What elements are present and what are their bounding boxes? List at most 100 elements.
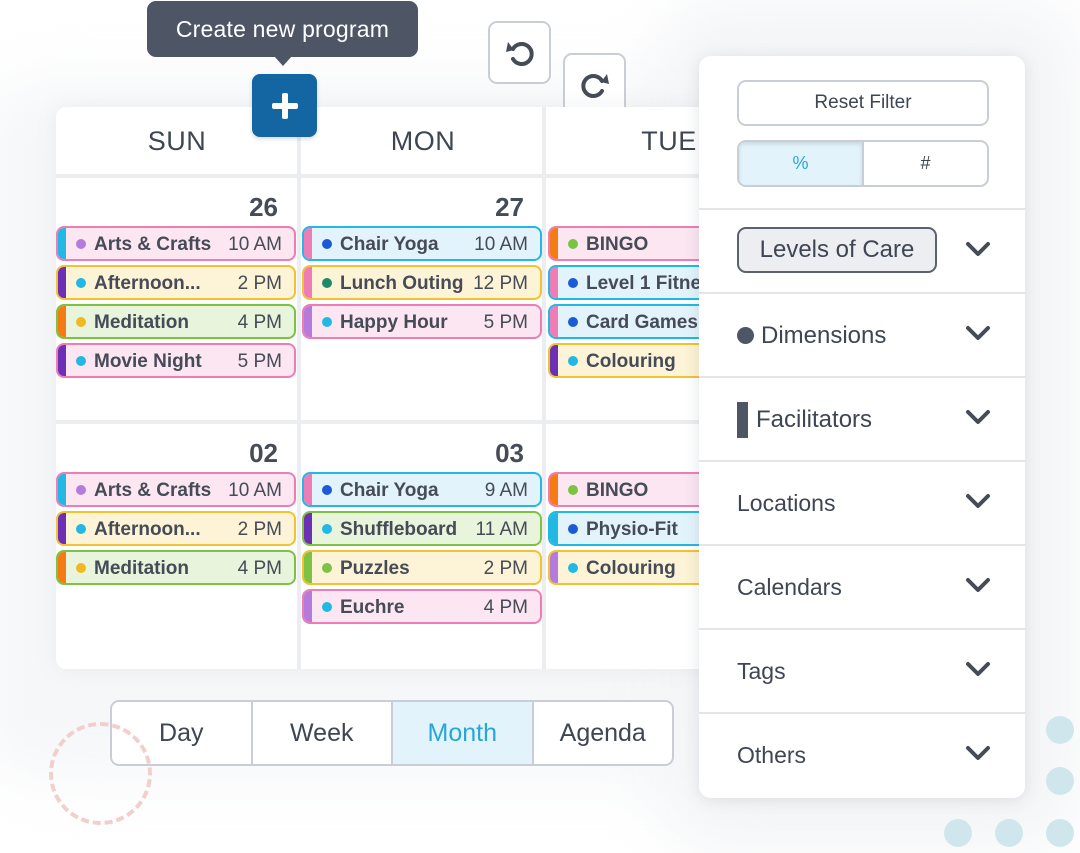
event-dot-icon	[322, 278, 332, 288]
count-mode-toggle: % #	[737, 140, 989, 187]
calendar-event[interactable]: Afternoon... 2 PM	[56, 511, 296, 546]
event-name: Meditation	[94, 558, 189, 579]
day-number[interactable]: 03	[452, 438, 524, 469]
calendar-event[interactable]: Afternoon... 2 PM	[56, 265, 296, 300]
calendar-event[interactable]: Lunch Outing 12 PM	[302, 265, 542, 300]
calendar-event[interactable]: Chair Yoga 9 AM	[302, 472, 542, 507]
calendar-event[interactable]: Puzzles 2 PM	[302, 550, 542, 585]
reset-filter-button[interactable]: Reset Filter	[737, 80, 989, 126]
event-name: Lunch Outing	[340, 273, 464, 294]
event-color-bar	[550, 306, 558, 337]
event-color-bar	[304, 474, 312, 505]
event-time: 4 PM	[237, 312, 282, 333]
chevron-down-icon[interactable]	[965, 408, 991, 426]
chevron-down-icon[interactable]	[965, 576, 991, 594]
calendar-event[interactable]: Meditation 4 PM	[56, 304, 296, 339]
event-dot-icon	[76, 317, 86, 327]
week-divider	[56, 420, 716, 424]
undo-button[interactable]	[488, 21, 551, 84]
calendar-event[interactable]: Happy Hour 5 PM	[302, 304, 542, 339]
filter-section-dimensions[interactable]: Dimensions	[699, 294, 1025, 376]
event-time: 5 PM	[483, 312, 528, 333]
event-dot-icon	[322, 239, 332, 249]
calendar-event[interactable]: Chair Yoga 10 AM	[302, 226, 542, 261]
calendar-event[interactable]: Euchre 4 PM	[302, 589, 542, 624]
event-dot-icon	[76, 563, 86, 573]
chevron-down-icon[interactable]	[965, 660, 991, 678]
chevron-down-icon[interactable]	[965, 324, 991, 342]
calendar-event[interactable]: Colouring	[548, 550, 716, 585]
create-program-button[interactable]	[252, 74, 317, 137]
column-header-mon: MON	[390, 125, 456, 156]
event-dot-icon	[322, 524, 332, 534]
filter-section-others[interactable]: Others	[699, 714, 1025, 796]
calendar-event[interactable]: Arts & Crafts 10 AM	[56, 472, 296, 507]
filter-section-calendars[interactable]: Calendars	[699, 546, 1025, 628]
column-header-tue: TUE	[641, 125, 697, 156]
event-name: Happy Hour	[340, 312, 448, 333]
view-agenda-button[interactable]: Agenda	[534, 702, 673, 764]
filter-section-locations[interactable]: Locations	[699, 462, 1025, 544]
event-color-bar	[304, 306, 312, 337]
event-dot-icon	[76, 278, 86, 288]
calendar-event[interactable]: Arts & Crafts 10 AM	[56, 226, 296, 261]
calendar-event[interactable]: Level 1 Fitne	[548, 265, 716, 300]
column-divider	[297, 107, 301, 669]
decorative-dot	[944, 819, 972, 847]
event-dot-icon	[568, 563, 578, 573]
event-name: Movie Night	[94, 351, 202, 372]
event-time: 4 PM	[483, 597, 528, 618]
day-number[interactable]: 26	[206, 192, 278, 223]
chevron-down-icon[interactable]	[965, 240, 991, 258]
event-color-bar	[550, 345, 558, 376]
event-name: Afternoon...	[94, 273, 201, 294]
event-name: Shuffleboard	[340, 519, 458, 540]
view-switcher: Day Week Month Agenda	[110, 700, 674, 766]
locations-label: Locations	[737, 490, 836, 516]
event-dot-icon	[322, 317, 332, 327]
event-color-bar	[550, 474, 558, 505]
event-name: Puzzles	[340, 558, 410, 579]
event-name: Chair Yoga	[340, 480, 439, 501]
calendar-event[interactable]: Shuffleboard 11 AM	[302, 511, 542, 546]
day-number[interactable]: 02	[206, 438, 278, 469]
calendar-event[interactable]: Meditation 4 PM	[56, 550, 296, 585]
event-color-bar	[58, 552, 66, 583]
event-color-bar	[304, 267, 312, 298]
filter-section-levels-of-care[interactable]: Levels of Care	[699, 210, 1025, 292]
number-mode-option[interactable]: #	[864, 142, 987, 185]
event-color-bar	[58, 267, 66, 298]
levels-of-care-chip[interactable]: Levels of Care	[737, 227, 937, 273]
event-dot-icon	[76, 524, 86, 534]
event-color-bar	[550, 228, 558, 259]
event-color-bar	[304, 228, 312, 259]
redo-icon	[580, 73, 609, 98]
calendar-event[interactable]: Movie Night 5 PM	[56, 343, 296, 378]
create-program-tooltip: Create new program	[147, 1, 418, 66]
event-name: Arts & Crafts	[94, 234, 212, 255]
chevron-down-icon[interactable]	[965, 744, 991, 762]
event-time: 10 AM	[228, 480, 282, 501]
day-number[interactable]: 27	[452, 192, 524, 223]
chevron-down-icon[interactable]	[965, 492, 991, 510]
calendar-event[interactable]: Colouring	[548, 343, 716, 378]
percent-mode-option[interactable]: %	[739, 142, 864, 185]
event-dot-icon	[568, 278, 578, 288]
filter-section-facilitators[interactable]: Facilitators	[699, 378, 1025, 460]
event-time: 4 PM	[237, 558, 282, 579]
calendar-event[interactable]: Physio-Fit	[548, 511, 716, 546]
calendar-event[interactable]: BINGO	[548, 226, 716, 261]
calendar-event[interactable]: BINGO	[548, 472, 716, 507]
calendar-event[interactable]: Card Games	[548, 304, 716, 339]
view-week-button[interactable]: Week	[253, 702, 393, 764]
event-dot-icon	[76, 239, 86, 249]
decorative-dashed-circle	[49, 722, 152, 825]
event-dot-icon	[76, 356, 86, 366]
view-month-button[interactable]: Month	[393, 702, 534, 764]
decorative-dot	[1046, 716, 1074, 744]
event-dot-icon	[568, 485, 578, 495]
event-color-bar	[550, 513, 558, 544]
filter-section-tags[interactable]: Tags	[699, 630, 1025, 712]
event-time: 10 AM	[474, 234, 528, 255]
decorative-dot	[1046, 819, 1074, 847]
